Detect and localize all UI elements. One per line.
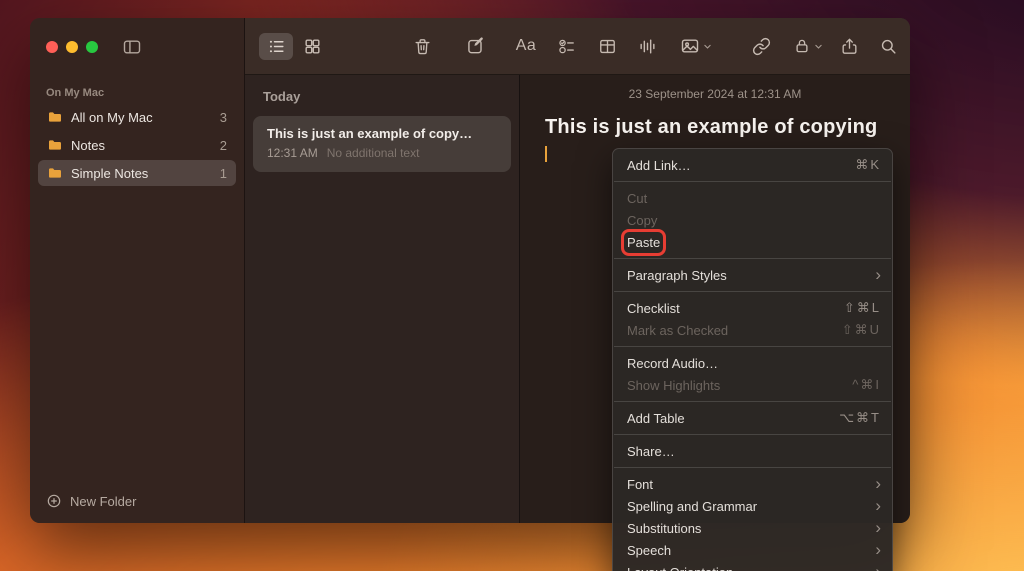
sidebar-item-all-on-my-mac[interactable]: All on My Mac 3	[38, 104, 236, 130]
text-cursor	[545, 146, 547, 162]
menu-item-label: Paragraph Styles	[627, 268, 727, 283]
menu-item-label: Font	[627, 477, 653, 492]
menu-item-share[interactable]: Share…	[613, 440, 892, 462]
menu-item-label: Copy	[627, 213, 657, 228]
menu-item-speech[interactable]: Speech	[613, 539, 892, 561]
notes-group-header: Today	[263, 89, 501, 104]
sidebar-item-simple-notes[interactable]: Simple Notes 1	[38, 160, 236, 186]
menu-separator	[614, 258, 891, 259]
notes-list-pane: Today This is just an example of copy… 1…	[245, 75, 520, 523]
menu-separator	[614, 401, 891, 402]
menu-item-font[interactable]: Font	[613, 473, 892, 495]
menu-item-record-audio[interactable]: Record Audio…	[613, 352, 892, 374]
note-date: 23 September 2024 at 12:31 AM	[520, 87, 910, 101]
gallery-view-button[interactable]	[295, 33, 329, 60]
close-button[interactable]	[46, 41, 58, 53]
format-button[interactable]: Aa	[509, 33, 543, 60]
menu-item-label: Spelling and Grammar	[627, 499, 757, 514]
menu-item-label: Checklist	[627, 301, 680, 316]
audio-waveform-button[interactable]	[630, 33, 664, 60]
menu-item-copy: Copy	[613, 209, 892, 231]
sidebar-toggle-icon[interactable]	[122, 37, 142, 57]
sidebar-item-count: 2	[220, 138, 227, 153]
folder-icon	[47, 165, 63, 181]
menu-item-shortcut: ^⌘I	[852, 377, 881, 393]
menu-item-add-link[interactable]: Add Link… ⌘K	[613, 154, 892, 176]
minimize-button[interactable]	[66, 41, 78, 53]
trash-icon[interactable]	[405, 33, 439, 60]
menu-item-label: Speech	[627, 543, 671, 558]
sidebar-item-label: Simple Notes	[71, 166, 148, 181]
new-note-button[interactable]	[459, 33, 493, 60]
menu-item-label: Cut	[627, 191, 647, 206]
menu-item-paste[interactable]: Paste	[613, 231, 892, 253]
new-folder-label: New Folder	[70, 494, 136, 509]
checklist-button[interactable]	[549, 33, 583, 60]
sidebar-item-notes[interactable]: Notes 2	[38, 132, 236, 158]
sidebar-item-label: All on My Mac	[71, 110, 153, 125]
menu-separator	[614, 346, 891, 347]
menu-item-shortcut: ⌘K	[855, 157, 881, 173]
menu-item-label: Substitutions	[627, 521, 701, 536]
sidebar-item-label: Notes	[71, 138, 105, 153]
traffic-lights	[46, 41, 98, 53]
note-title: This is just an example of copying	[545, 116, 885, 139]
new-folder-button[interactable]: New Folder	[30, 479, 244, 523]
desktop: { "toolbar": { "format_label": "Aa" }, "…	[0, 0, 1024, 571]
sidebar: On My Mac All on My Mac 3 Notes 2 Simple…	[30, 18, 245, 523]
menu-item-label: Record Audio…	[627, 356, 718, 371]
menu-separator	[614, 291, 891, 292]
menu-item-label: Share…	[627, 444, 675, 459]
menu-separator	[614, 467, 891, 468]
menu-item-paragraph-styles[interactable]: Paragraph Styles	[613, 264, 892, 286]
zoom-button[interactable]	[86, 41, 98, 53]
menu-separator	[614, 434, 891, 435]
menu-item-checklist[interactable]: Checklist ⇧⌘L	[613, 297, 892, 319]
table-button[interactable]	[590, 33, 624, 60]
menu-item-label: Show Highlights	[627, 378, 720, 393]
chevron-down-icon	[703, 42, 712, 51]
toolbar: Aa	[245, 18, 910, 75]
note-item-title: This is just an example of copy…	[267, 126, 497, 141]
titlebar	[30, 18, 244, 75]
media-button[interactable]	[672, 33, 720, 60]
menu-item-shortcut: ⇧⌘L	[844, 300, 881, 316]
chevron-down-icon	[814, 42, 823, 51]
menu-item-shortcut: ⇧⌘U	[842, 322, 881, 338]
link-button[interactable]	[744, 33, 778, 60]
menu-item-substitutions[interactable]: Substitutions	[613, 517, 892, 539]
note-item-time: 12:31 AM	[267, 146, 318, 160]
menu-item-label: Add Table	[627, 411, 685, 426]
sidebar-item-count: 3	[220, 110, 227, 125]
sidebar-item-count: 1	[220, 166, 227, 181]
menu-item-label: Layout Orientation	[627, 565, 733, 571]
share-button[interactable]	[832, 33, 866, 60]
menu-item-label: Paste	[627, 235, 660, 250]
lock-button[interactable]	[786, 33, 830, 60]
folder-icon	[47, 109, 63, 125]
list-view-button[interactable]	[259, 33, 293, 60]
menu-item-add-table[interactable]: Add Table ⌥⌘T	[613, 407, 892, 429]
menu-item-mark-as-checked: Mark as Checked ⇧⌘U	[613, 319, 892, 341]
menu-item-spelling-and-grammar[interactable]: Spelling and Grammar	[613, 495, 892, 517]
menu-item-label: Add Link…	[627, 158, 691, 173]
format-label: Aa	[516, 37, 537, 55]
menu-item-show-highlights: Show Highlights ^⌘I	[613, 374, 892, 396]
search-button[interactable]	[871, 33, 905, 60]
menu-item-label: Mark as Checked	[627, 323, 728, 338]
menu-item-cut: Cut	[613, 187, 892, 209]
menu-item-shortcut: ⌥⌘T	[839, 410, 881, 426]
sidebar-section-label: On My Mac	[30, 75, 244, 103]
photo-icon	[680, 36, 700, 56]
context-menu: Add Link… ⌘K Cut Copy Paste Paragraph St…	[612, 148, 893, 571]
menu-separator	[614, 181, 891, 182]
note-list-item[interactable]: This is just an example of copy… 12:31 A…	[253, 116, 511, 172]
menu-item-layout-orientation[interactable]: Layout Orientation	[613, 561, 892, 571]
lock-icon	[793, 37, 811, 55]
note-item-preview: No additional text	[327, 146, 420, 160]
plus-circle-icon	[46, 493, 62, 509]
folder-icon	[47, 137, 63, 153]
